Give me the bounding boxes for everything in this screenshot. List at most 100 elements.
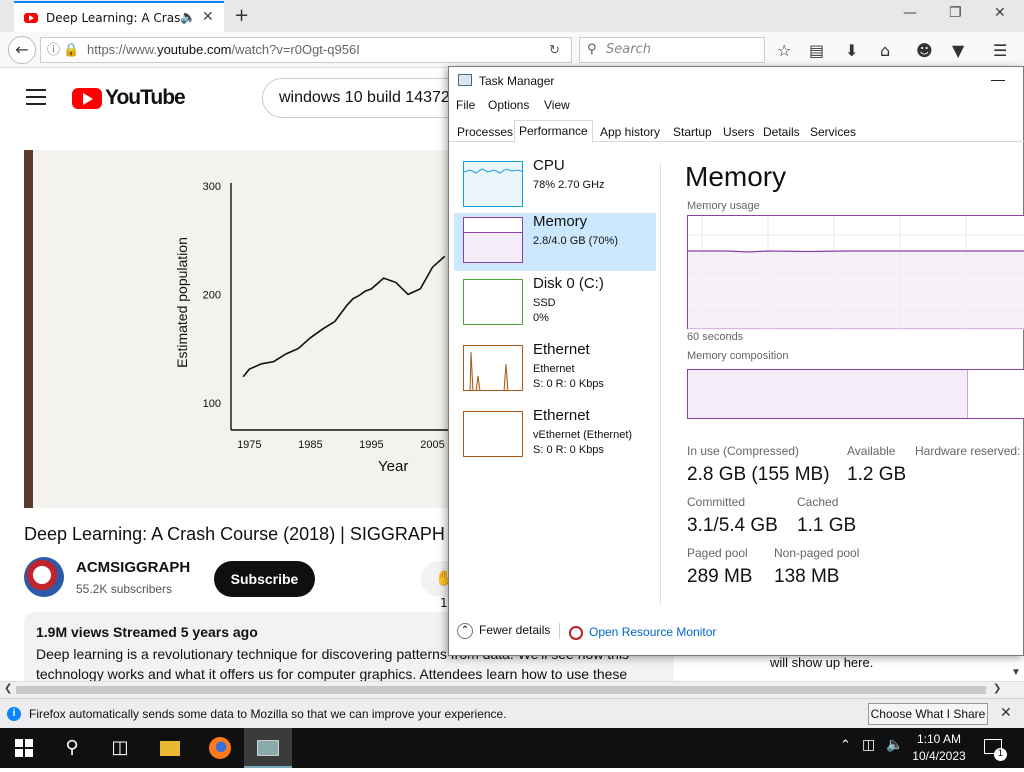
- memory-usage-label: Memory usage: [687, 200, 760, 212]
- chart-y-label: Estimated population: [174, 237, 190, 368]
- horizontal-scrollbar[interactable]: ❮ ❯: [0, 681, 1024, 698]
- hamburger-menu-icon[interactable]: [26, 89, 46, 105]
- close-tab-icon[interactable]: ✕: [202, 9, 214, 25]
- scroll-down-icon[interactable]: ▼: [1011, 667, 1021, 678]
- resource-detail: 2.8/4.0 GB (70%): [533, 235, 618, 247]
- task-manager-window: Task Manager — File Options View Process…: [448, 66, 1024, 678]
- paged-pool-label: Paged pool: [687, 546, 748, 560]
- notification-badge: 1: [994, 748, 1007, 761]
- tab-startup[interactable]: Startup: [669, 123, 716, 142]
- chevron-up-icon: ⌃: [457, 623, 473, 639]
- composition-label: Memory composition: [687, 350, 789, 362]
- tab-services[interactable]: Services: [806, 123, 860, 142]
- subscribe-button[interactable]: Subscribe: [214, 561, 315, 597]
- menu-file[interactable]: File: [456, 98, 475, 112]
- back-button[interactable]: ←: [8, 36, 36, 64]
- vethernet-thumbnail: [463, 411, 523, 457]
- lock-icon[interactable]: 🔒: [63, 38, 79, 62]
- restore-window-icon[interactable]: ❐: [949, 5, 962, 21]
- bookmark-star-icon[interactable]: ☆: [777, 41, 791, 60]
- resource-name: Ethernet: [533, 341, 590, 358]
- show-hidden-icons[interactable]: ⌃: [840, 738, 851, 753]
- chat-icon[interactable]: ☻: [916, 41, 933, 60]
- file-explorer-icon[interactable]: [146, 728, 194, 768]
- resource-ethernet-1[interactable]: Ethernet Ethernet S: 0 R: 0 Kbps: [454, 341, 656, 399]
- info-icon: i: [7, 707, 21, 721]
- reading-list-icon[interactable]: ▤: [809, 41, 824, 60]
- x-tick-label: 1995: [359, 439, 383, 451]
- download-icon[interactable]: ⬇: [845, 41, 858, 60]
- chart-x-label: Year: [378, 458, 408, 475]
- tab-users[interactable]: Users: [719, 123, 758, 142]
- minimize-window-icon[interactable]: —: [903, 5, 917, 21]
- resource-cpu[interactable]: CPU 78% 2.70 GHz: [454, 157, 656, 215]
- video-player[interactable]: 100 200 300 1975 1985 1995 2005 Year Estimated…: [24, 150, 464, 508]
- resource-monitor-label: Open Resource Monitor: [589, 625, 717, 639]
- reload-icon[interactable]: ↻: [549, 38, 560, 62]
- resource-ethernet-2[interactable]: Ethernet vEthernet (Ethernet) S: 0 R: 0 …: [454, 407, 656, 465]
- non-paged-pool-value: 138 MB: [774, 566, 840, 587]
- channel-name[interactable]: ACMSIGGRAPH: [76, 559, 190, 576]
- speaker-icon[interactable]: 🔈: [180, 10, 196, 25]
- scroll-right-icon[interactable]: ❯: [993, 683, 1001, 694]
- task-manager-taskbar-icon[interactable]: [244, 728, 292, 768]
- youtube-logo[interactable]: YouTube: [72, 86, 186, 110]
- browser-tab[interactable]: Deep Learning: A Cras... 🔈 ✕: [14, 1, 224, 32]
- resource-name: Disk 0 (C:): [533, 275, 604, 292]
- tab-strip: Deep Learning: A Cras... 🔈 ✕ + — ❐ ✕: [0, 0, 1024, 32]
- scrollbar-thumb[interactable]: [16, 686, 986, 694]
- disk-thumbnail: [463, 279, 523, 325]
- memory-composition-bar: [687, 369, 1024, 419]
- new-tab-button[interactable]: +: [234, 5, 249, 26]
- fewer-details-label: Fewer details: [479, 623, 551, 638]
- task-view-icon[interactable]: ◫: [96, 728, 144, 768]
- clock-time: 1:10 AM: [916, 732, 962, 746]
- start-button[interactable]: [0, 728, 48, 768]
- in-use-label: In use (Compressed): [687, 444, 800, 458]
- search-icon: ⚲: [587, 42, 597, 57]
- url-bar[interactable]: ⓘ 🔒 https://www.youtube.com/watch?v=r0Og…: [40, 37, 572, 63]
- navigation-toolbar: ← ⓘ 🔒 https://www.youtube.com/watch?v=r0…: [0, 32, 1024, 68]
- pocket-icon[interactable]: ▼: [952, 41, 964, 60]
- resource-detail-2: 0%: [533, 312, 549, 324]
- cpu-thumbnail: [463, 161, 523, 207]
- available-value: 1.2 GB: [847, 464, 907, 485]
- menu-icon[interactable]: ☰: [993, 41, 1007, 60]
- like-count: 1: [440, 596, 448, 610]
- menu-view[interactable]: View: [544, 98, 570, 112]
- tm-minimize-icon[interactable]: —: [991, 71, 1005, 87]
- cached-label: Cached: [797, 495, 839, 509]
- x-tick-label: 1985: [298, 439, 322, 451]
- open-resource-monitor-link[interactable]: Open Resource Monitor: [569, 625, 716, 640]
- home-icon[interactable]: ⌂: [880, 41, 890, 60]
- fewer-details-button[interactable]: ⌃ Fewer details: [457, 623, 550, 639]
- network-icon[interactable]: ◫: [862, 737, 875, 753]
- scroll-left-icon[interactable]: ❮: [4, 683, 12, 694]
- memory-title: Memory: [685, 161, 787, 192]
- tab-processes[interactable]: Processes: [453, 123, 517, 142]
- resource-detail: 78% 2.70 GHz: [533, 179, 605, 191]
- info-icon[interactable]: ⓘ: [47, 38, 60, 62]
- tab-details[interactable]: Details: [759, 123, 804, 142]
- close-window-icon[interactable]: ✕: [994, 5, 1006, 21]
- menu-options[interactable]: Options: [488, 98, 529, 112]
- close-notification-icon[interactable]: ✕: [1000, 704, 1012, 721]
- resource-memory[interactable]: Memory 2.8/4.0 GB (70%): [454, 213, 656, 271]
- tab-performance[interactable]: Performance: [514, 120, 593, 143]
- search-bar[interactable]: ⚲ Search: [579, 37, 765, 63]
- firefox-icon[interactable]: [196, 728, 244, 768]
- channel-avatar[interactable]: [24, 557, 64, 597]
- notification-message: Firefox automatically sends some data to…: [29, 707, 507, 721]
- population-chart: 100 200 300 1975 1985 1995 2005 Year Estimated…: [174, 181, 463, 475]
- system-clock[interactable]: 1:10 AM 10/4/2023: [910, 731, 968, 765]
- resource-detail: SSD: [533, 297, 556, 309]
- search-taskbar-icon[interactable]: ⚲: [48, 728, 96, 768]
- choose-what-i-share-button[interactable]: Choose What I Share: [868, 703, 988, 725]
- population-line: [242, 255, 446, 378]
- resource-disk[interactable]: Disk 0 (C:) SSD 0%: [454, 275, 656, 333]
- tm-tab-strip: Processes Performance App history Startu…: [449, 120, 1024, 143]
- volume-muted-icon[interactable]: 🔈: [886, 737, 903, 753]
- resource-detail-2: S: 0 R: 0 Kbps: [533, 378, 604, 390]
- memory-thumbnail: [463, 217, 523, 263]
- tab-app-history[interactable]: App history: [596, 123, 664, 142]
